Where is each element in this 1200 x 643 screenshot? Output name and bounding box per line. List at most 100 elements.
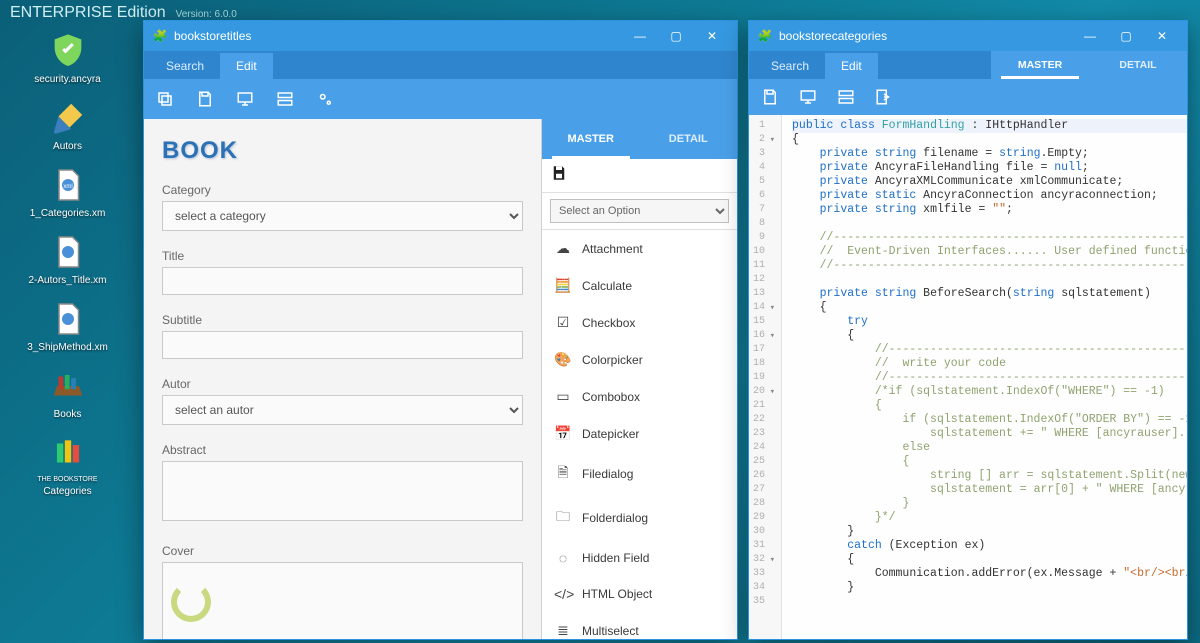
- calendar-icon: 📅: [554, 425, 572, 442]
- window-title: bookstorecategories: [779, 29, 887, 43]
- shield-icon: [47, 30, 89, 72]
- app-icon: 🧩: [757, 28, 773, 44]
- toolbar: [749, 79, 1187, 115]
- desktop-label: Categories: [43, 486, 91, 497]
- master-detail-tabs: MASTER DETAIL: [991, 51, 1187, 79]
- tab-edit[interactable]: Edit: [220, 53, 273, 79]
- monitor-icon[interactable]: [797, 86, 819, 108]
- abstract-textarea[interactable]: [162, 461, 523, 521]
- option-select-row: Select an Option: [542, 193, 737, 230]
- maximize-button[interactable]: ▢: [1109, 24, 1143, 48]
- desktop-label: Autors: [53, 141, 82, 152]
- code-editor[interactable]: 12▾34567891011121314▾1516▾17181920▾21222…: [749, 115, 1187, 639]
- page-title: BOOK: [162, 137, 523, 165]
- subtitle-input[interactable]: [162, 331, 523, 359]
- desktop-label: security.ancyra: [34, 74, 101, 85]
- xml-file-icon: [47, 298, 89, 340]
- autor-label: Autor: [162, 377, 523, 391]
- category-select[interactable]: select a category: [162, 201, 523, 231]
- component-attachment[interactable]: ☁Attachment: [542, 230, 737, 267]
- desktop-icon-security[interactable]: security.ancyra: [15, 30, 120, 85]
- close-button[interactable]: ✕: [1145, 24, 1179, 48]
- folder-icon: 🗀: [554, 506, 572, 530]
- master-detail-tabs: MASTER DETAIL: [542, 119, 737, 159]
- pencil-icon: [47, 97, 89, 139]
- desktop-badge: THE BOOKSTORE: [37, 476, 97, 484]
- save-icon[interactable]: [194, 88, 216, 110]
- code-gutter: 12▾34567891011121314▾1516▾17181920▾21222…: [749, 115, 782, 639]
- save-icon[interactable]: [759, 86, 781, 108]
- main-tabs: Search Edit: [144, 51, 737, 79]
- option-select[interactable]: Select an Option: [550, 199, 729, 223]
- window-bookstoretitles: 🧩 bookstoretitles ― ▢ ✕ Search Edit BOOK…: [143, 20, 738, 640]
- save-icon[interactable]: [550, 164, 568, 187]
- component-list[interactable]: ☁Attachment 🧮Calculate ☑Checkbox 🎨Colorp…: [542, 230, 737, 639]
- component-datepicker[interactable]: 📅Datepicker: [542, 415, 737, 452]
- desktop-label: Books: [54, 409, 82, 420]
- monitor-icon[interactable]: [234, 88, 256, 110]
- xml-file-icon: xml: [47, 164, 89, 206]
- autor-select[interactable]: select an autor: [162, 395, 523, 425]
- component-checkbox[interactable]: ☑Checkbox: [542, 304, 737, 341]
- tab-detail[interactable]: DETAIL: [1089, 51, 1187, 79]
- minimize-button[interactable]: ―: [1073, 24, 1107, 48]
- component-multiselect[interactable]: ≣Multiselect: [542, 612, 737, 639]
- window-bookstorecategories: 🧩 bookstorecategories ― ▢ ✕ Search Edit …: [748, 20, 1188, 640]
- tab-search[interactable]: Search: [755, 53, 825, 79]
- copy-icon[interactable]: [154, 88, 176, 110]
- cover-label: Cover: [162, 544, 523, 558]
- component-calculate[interactable]: 🧮Calculate: [542, 267, 737, 304]
- desktop-icon-file3[interactable]: 3_ShipMethod.xm: [15, 298, 120, 353]
- component-combobox[interactable]: ▭Combobox: [542, 378, 737, 415]
- palette-icon: 🎨: [554, 351, 572, 368]
- title-input[interactable]: [162, 267, 523, 295]
- component-folderdialog[interactable]: 🗀Folderdialog: [542, 496, 737, 540]
- xml-file-icon: [47, 231, 89, 273]
- desktop-icon-categories[interactable]: THE BOOKSTORE Categories: [15, 432, 120, 497]
- hidden-icon: ◌: [554, 550, 572, 566]
- code-body[interactable]: public class FormHandling : IHttpHandler…: [782, 115, 1187, 639]
- component-hidden[interactable]: ◌Hidden Field: [542, 540, 737, 576]
- close-button[interactable]: ✕: [695, 24, 729, 48]
- desktop-label: 1_Categories.xm: [30, 208, 106, 219]
- tab-detail[interactable]: DETAIL: [640, 119, 738, 159]
- list-icon: ≣: [554, 622, 572, 639]
- exit-icon[interactable]: [873, 86, 895, 108]
- bookstore-icon: [47, 432, 89, 474]
- toolbar: [144, 79, 737, 119]
- loading-spinner-icon: [171, 582, 211, 622]
- tab-master[interactable]: MASTER: [542, 119, 640, 159]
- component-filedialog[interactable]: 🗎Filedialog: [542, 452, 737, 496]
- tab-edit[interactable]: Edit: [825, 53, 878, 79]
- desktop-label: 3_ShipMethod.xm: [27, 342, 108, 353]
- desktop-icon-autors[interactable]: Autors: [15, 97, 120, 152]
- minimize-button[interactable]: ―: [623, 24, 657, 48]
- window-titlebar[interactable]: 🧩 bookstoretitles ― ▢ ✕: [144, 21, 737, 51]
- abstract-label: Abstract: [162, 443, 523, 457]
- app-icon: 🧩: [152, 28, 168, 44]
- books-icon: [47, 365, 89, 407]
- desktop-icon-file1[interactable]: xml 1_Categories.xm: [15, 164, 120, 219]
- component-colorpicker[interactable]: 🎨Colorpicker: [542, 341, 737, 378]
- window-titlebar[interactable]: 🧩 bookstorecategories ― ▢ ✕: [749, 21, 1187, 51]
- form-pane: BOOK Category select a category Title Su…: [144, 119, 541, 639]
- save-row: [542, 159, 737, 193]
- subtitle-label: Subtitle: [162, 313, 523, 327]
- maximize-button[interactable]: ▢: [659, 24, 693, 48]
- app-version: Version: 6.0.0: [176, 9, 237, 20]
- component-htmlobj[interactable]: </>HTML Object: [542, 576, 737, 612]
- desktop-icon-file2[interactable]: 2-Autors_Title.xm: [15, 231, 120, 286]
- desktop-icons: security.ancyra Autors xml 1_Categories.…: [15, 30, 120, 497]
- main-tabs: Search Edit: [749, 51, 991, 79]
- tab-master[interactable]: MASTER: [991, 51, 1089, 79]
- gears-icon[interactable]: [314, 88, 336, 110]
- desktop-icon-books[interactable]: Books: [15, 365, 120, 420]
- cloud-icon: ☁: [554, 240, 572, 257]
- cover-upload[interactable]: [162, 562, 523, 639]
- server-icon[interactable]: [835, 86, 857, 108]
- calculator-icon: 🧮: [554, 277, 572, 294]
- server-icon[interactable]: [274, 88, 296, 110]
- svg-text:xml: xml: [63, 184, 72, 190]
- tab-search[interactable]: Search: [150, 53, 220, 79]
- combobox-icon: ▭: [554, 388, 572, 405]
